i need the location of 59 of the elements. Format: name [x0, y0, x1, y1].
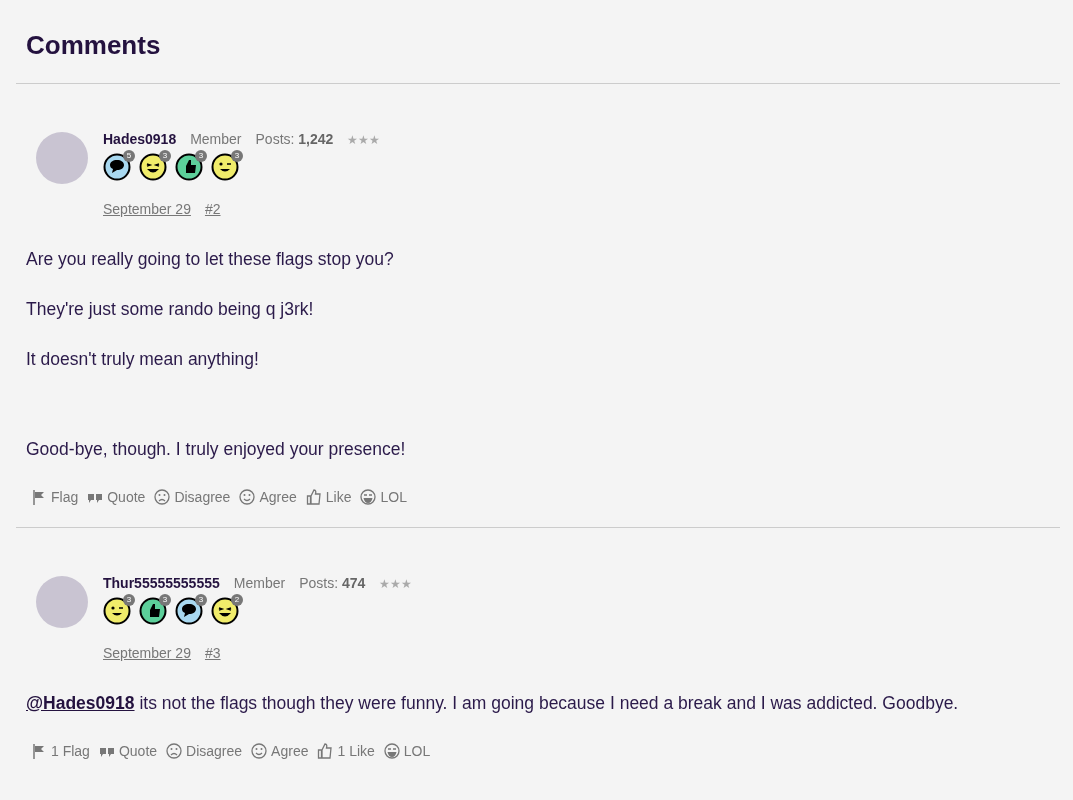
post-date-link[interactable]: September 29 [103, 645, 191, 661]
winking-face-badge-icon [103, 597, 131, 625]
laughing-face-icon [383, 743, 400, 759]
like-button[interactable]: Like [305, 489, 352, 505]
thumbs-up-badge-icon [139, 597, 167, 625]
avatar-placeholder [36, 132, 88, 184]
post-date-link[interactable]: September 29 [103, 201, 191, 217]
quote-button[interactable]: Quote [98, 743, 158, 759]
laughing-face-badge-icon [211, 597, 239, 625]
agree-button[interactable]: Agree [239, 489, 297, 505]
mention-link[interactable]: @Hades0918 [26, 693, 135, 713]
user-role: Member [233, 575, 286, 591]
thumbs-up-icon [317, 743, 334, 759]
username-link[interactable]: Thur55555555555 [103, 575, 220, 591]
disagree-button[interactable]: Disagree [166, 743, 243, 759]
agree-button[interactable]: Agree [251, 743, 309, 759]
laughing-face-icon [360, 489, 377, 505]
flag-icon [31, 489, 47, 505]
winking-face-badge-icon [211, 153, 239, 181]
disagree-button[interactable]: Disagree [154, 489, 231, 505]
badge-count: 3 [231, 150, 243, 162]
speech-bubble-badge-icon [103, 153, 131, 181]
badge-count: 3 [195, 594, 207, 606]
quote-button[interactable]: Quote [87, 489, 146, 505]
comment-text: @Hades0918 its not the flags though they were funny. I am going because I need a break and I was addicted. Goodbye. [26, 693, 960, 713]
comment-text: It doesn't truly mean anything! [26, 349, 260, 369]
page-title: Comments [25, 29, 162, 62]
post-count: Posts: 474 [299, 575, 366, 591]
badge-count: 3 [159, 150, 171, 162]
speech-bubble-badge-icon [175, 597, 203, 625]
badge-count: 3 [159, 594, 171, 606]
username-link[interactable]: Hades0918 [103, 131, 177, 147]
post-number-link[interactable]: #2 [204, 201, 221, 217]
avatar-placeholder [36, 576, 88, 628]
thumbs-up-badge-icon [175, 153, 203, 181]
rank-stars: ★★★ [379, 577, 413, 591]
lol-button[interactable]: LOL [383, 743, 431, 759]
smiling-face-icon [239, 489, 256, 505]
flag-button[interactable]: 1 Flag [31, 743, 90, 759]
badge-count: 3 [195, 150, 207, 162]
frowning-face-icon [166, 743, 183, 759]
laughing-face-badge-icon [139, 153, 167, 181]
smiling-face-icon [251, 743, 268, 759]
thumbs-up-icon [305, 489, 322, 505]
badge-count: 5 [123, 150, 135, 162]
rank-stars: ★★★ [347, 133, 381, 147]
flag-icon [31, 743, 47, 759]
comment-text: Good-bye, though. I truly enjoyed your presence! [26, 439, 407, 459]
comment-text: Are you really going to let these flags stop you? [26, 249, 395, 269]
badge-count: 3 [123, 594, 135, 606]
comment-text: They're just some rando being q j3rk! [26, 299, 315, 319]
frowning-face-icon [154, 489, 171, 505]
post-number-link[interactable]: #3 [204, 645, 221, 661]
badge-count: 2 [231, 594, 243, 606]
lol-button[interactable]: LOL [360, 489, 407, 505]
flag-button[interactable]: Flag [31, 489, 79, 505]
like-button[interactable]: 1 Like [317, 743, 375, 759]
user-role: Member [190, 131, 242, 147]
post-count: Posts: 1,242 [255, 131, 334, 147]
